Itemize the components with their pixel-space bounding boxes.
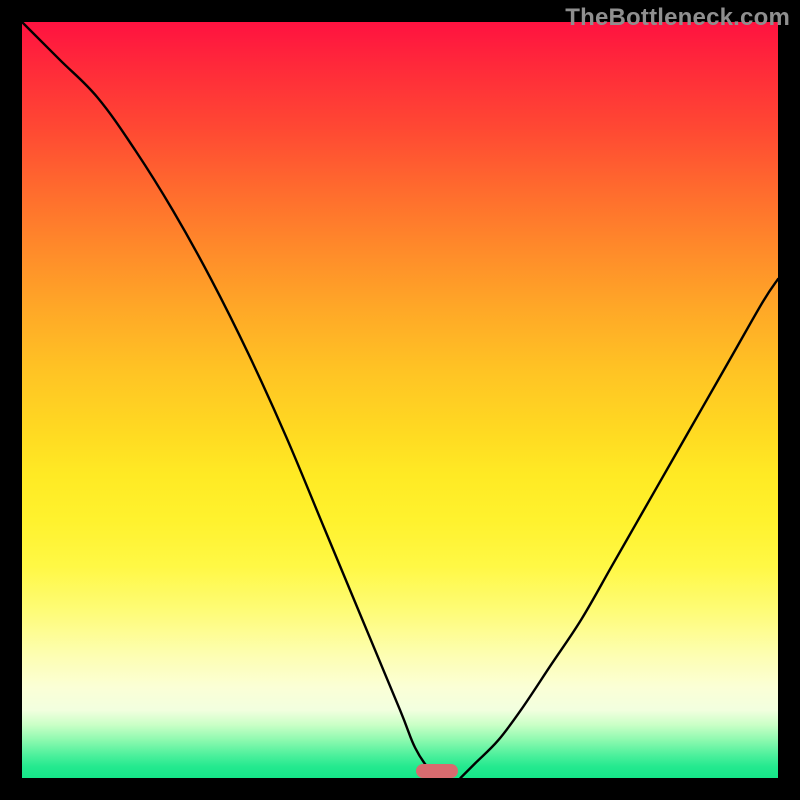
chart-frame: TheBottleneck.com xyxy=(0,0,800,800)
plot-area xyxy=(22,22,778,778)
minimum-marker xyxy=(416,764,458,778)
bottleneck-curve xyxy=(22,22,778,778)
watermark-text: TheBottleneck.com xyxy=(565,4,790,32)
